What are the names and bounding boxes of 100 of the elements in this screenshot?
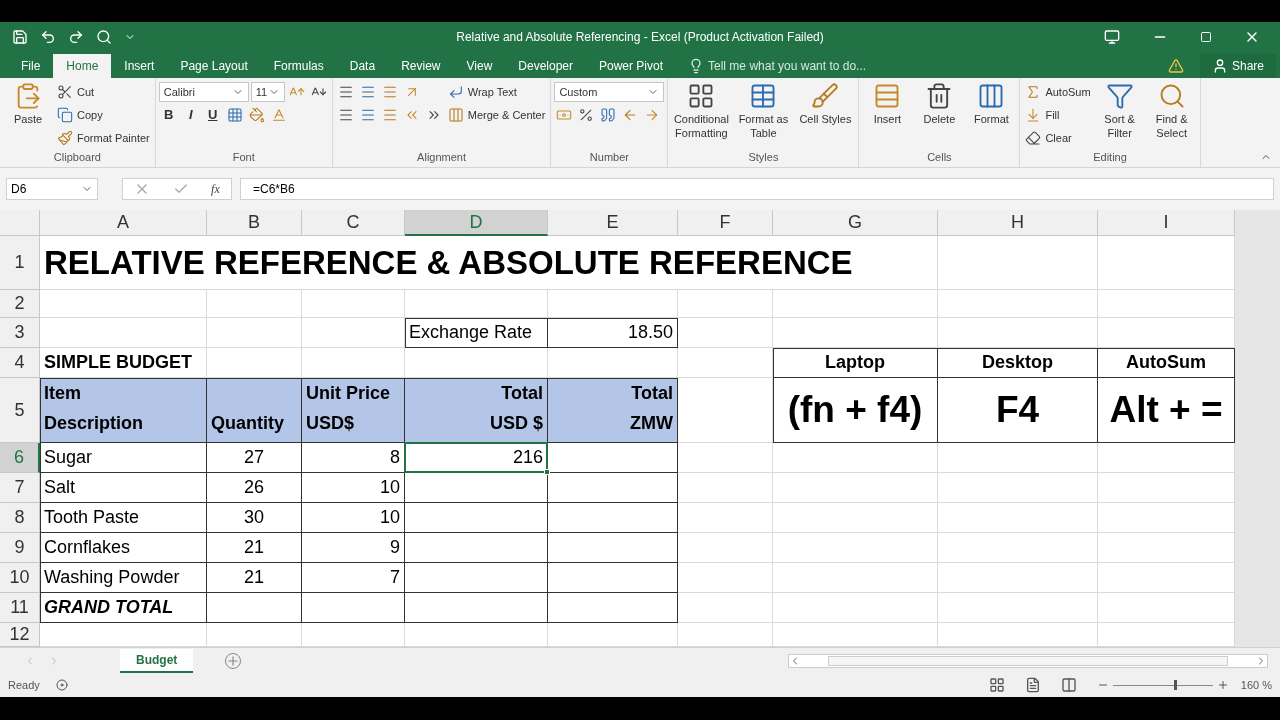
cell[interactable] (548, 503, 678, 533)
ribbon-tab[interactable]: View (453, 54, 506, 78)
ribbon-tab[interactable]: File (8, 54, 54, 78)
cell[interactable]: 30 (207, 503, 302, 533)
dropdown-field[interactable]: Custom (554, 82, 665, 102)
fill-handle[interactable] (544, 469, 550, 475)
ribbon-button[interactable]: AutoSum (1023, 82, 1093, 102)
page-layout-view-icon[interactable] (1024, 677, 1041, 693)
formula-field[interactable]: =C6*B6 (240, 178, 1274, 200)
cell[interactable]: 216 (405, 443, 548, 473)
ribbon-button[interactable]: Conditional Formatting (671, 82, 732, 140)
ribbon-tab[interactable]: Developer (505, 54, 586, 78)
ribbon-button[interactable]: Format Painter (55, 128, 152, 148)
ribbon-button[interactable]: Format (966, 82, 1017, 126)
cell[interactable]: Exchange Rate (405, 318, 548, 348)
column-header[interactable]: E (548, 210, 678, 236)
ribbon-display-icon[interactable] (1104, 29, 1120, 45)
share-button[interactable]: Share (1199, 54, 1276, 78)
scrollbar-thumb[interactable] (828, 655, 1228, 666)
ribbon-button[interactable]: Cut (55, 82, 97, 102)
cell[interactable] (302, 593, 405, 623)
ribbon-tab[interactable]: Insert (111, 54, 168, 78)
cell[interactable]: Sugar (40, 443, 207, 473)
cell[interactable]: Total USD $ (405, 378, 548, 443)
italic-button[interactable]: I (180, 105, 201, 125)
cell[interactable]: F4 (938, 378, 1098, 443)
dropdown-field[interactable]: 11 (250, 82, 285, 102)
normal-view-icon[interactable] (988, 677, 1005, 693)
ribbon-button[interactable]: Cell Styles (795, 82, 856, 126)
ribbon-button[interactable]: Wrap Text (445, 82, 519, 102)
insert-function-button[interactable]: fx (211, 180, 220, 198)
row-header[interactable]: 7 (0, 473, 40, 503)
cell[interactable] (405, 593, 548, 623)
ribbon-button[interactable]: Paste (3, 82, 53, 126)
cell[interactable] (405, 473, 548, 503)
cell[interactable]: AutoSum (1098, 348, 1235, 378)
zoom-in-icon[interactable] (1216, 679, 1229, 691)
cell[interactable]: Quantity (207, 378, 302, 443)
cell[interactable]: Total ZMW (548, 378, 678, 443)
ribbon-button[interactable]: Merge & Center (445, 105, 548, 125)
cell[interactable] (405, 533, 548, 563)
row-header[interactable]: 3 (0, 318, 40, 348)
ribbon-button[interactable]: Find & Select (1146, 82, 1197, 140)
cell[interactable]: RELATIVE REFERENCE & ABSOLUTE REFERENCE (40, 236, 938, 290)
ribbon-tab[interactable]: Page Layout (167, 54, 261, 78)
cell[interactable]: 18.50 (548, 318, 678, 348)
column-header[interactable]: G (773, 210, 938, 236)
cell[interactable]: 27 (207, 443, 302, 473)
row-header[interactable]: 8 (0, 503, 40, 533)
cell[interactable]: Cornflakes (40, 533, 207, 563)
cell[interactable] (405, 563, 548, 593)
cell[interactable]: 21 (207, 533, 302, 563)
zoom-level[interactable]: 160 % (1240, 676, 1272, 694)
row-header[interactable]: 1 (0, 236, 40, 290)
ribbon-button[interactable]: Fill (1023, 105, 1062, 125)
cell[interactable]: 21 (207, 563, 302, 593)
sheet-tab[interactable]: Budget (120, 648, 194, 673)
ribbon-tab[interactable]: Power Pivot (586, 54, 677, 78)
macro-record-icon[interactable] (55, 679, 68, 691)
save-icon[interactable] (12, 29, 28, 45)
cell[interactable]: 26 (207, 473, 302, 503)
cell[interactable] (548, 443, 678, 473)
tell-me-field[interactable]: Tell me what you want to do... (676, 54, 879, 78)
cell[interactable]: Item Description (40, 378, 207, 443)
row-header[interactable]: 4 (0, 348, 40, 378)
cell[interactable]: Desktop (938, 348, 1098, 378)
row-header[interactable]: 10 (0, 563, 40, 593)
cell[interactable]: 8 (302, 443, 405, 473)
ribbon-tab[interactable]: Formulas (260, 54, 337, 78)
column-header[interactable]: F (678, 210, 773, 236)
row-header[interactable]: 11 (0, 593, 40, 623)
column-header[interactable]: D (405, 210, 548, 236)
cell[interactable]: Laptop (773, 348, 938, 378)
row-header[interactable]: 9 (0, 533, 40, 563)
ribbon-button[interactable]: Insert (862, 82, 913, 126)
page-break-view-icon[interactable] (1060, 677, 1077, 693)
ribbon-tab[interactable]: Data (336, 54, 389, 78)
ribbon-button[interactable]: Delete (914, 82, 965, 126)
zoom-slider-thumb[interactable] (1173, 680, 1177, 690)
cell[interactable]: 7 (302, 563, 405, 593)
column-header[interactable]: H (938, 210, 1098, 236)
underline-button[interactable]: U (202, 105, 223, 125)
cell[interactable]: 10 (302, 473, 405, 503)
column-header[interactable]: B (207, 210, 302, 236)
cell[interactable] (405, 503, 548, 533)
cell[interactable]: Tooth Paste (40, 503, 207, 533)
undo-icon[interactable] (40, 29, 56, 45)
print-preview-icon[interactable] (96, 29, 112, 45)
cell[interactable]: (fn + f4) (773, 378, 938, 443)
cell[interactable]: Salt (40, 473, 207, 503)
cell[interactable] (207, 593, 302, 623)
row-header[interactable]: 2 (0, 290, 40, 318)
cell[interactable]: Unit Price USD$ (302, 378, 405, 443)
cell[interactable] (548, 563, 678, 593)
cell[interactable]: 9 (302, 533, 405, 563)
row-header[interactable]: 12 (0, 623, 40, 647)
cell[interactable]: Washing Powder (40, 563, 207, 593)
name-box[interactable]: D6 (6, 178, 98, 200)
dropdown-field[interactable]: Calibri (158, 82, 249, 102)
row-header[interactable]: 5 (0, 378, 40, 443)
